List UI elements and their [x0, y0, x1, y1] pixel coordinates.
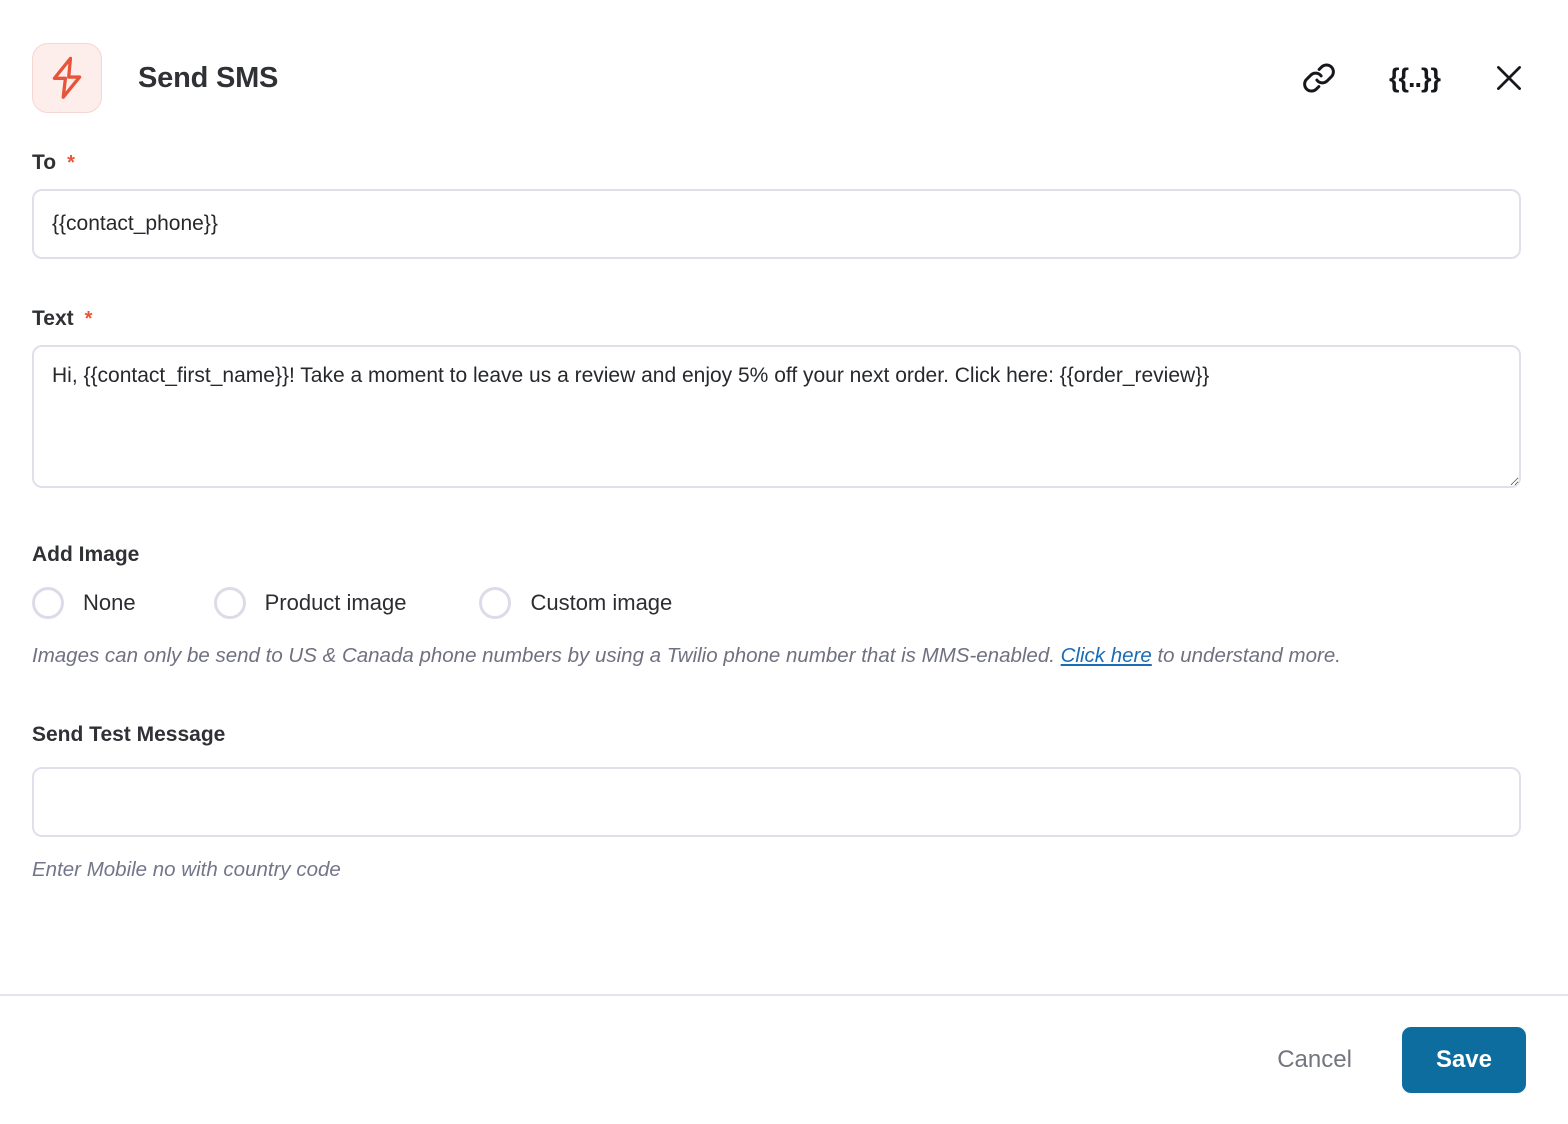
add-image-helper-text: Images can only be send to US & Canada p… [32, 641, 1520, 670]
radio-option-product-image[interactable]: Product image [213, 587, 407, 619]
send-test-message-group: Send Test Message Enter Mobile no with c… [32, 670, 1521, 882]
radio-option-none[interactable]: None [32, 587, 136, 619]
modal-footer: Cancel Save [0, 996, 1568, 1124]
radio-label-none: None [83, 590, 136, 615]
to-input[interactable] [32, 189, 1521, 259]
save-button[interactable]: Save [1401, 1027, 1526, 1093]
send-sms-modal: Send SMS {{..}} To * {{contact_phone}} T… [0, 0, 1568, 1124]
radio-label-custom-image: Custom image [530, 590, 673, 615]
radio-option-custom-image[interactable]: Custom image [479, 587, 672, 619]
modal-body: To * Text * Add Image None [0, 128, 1568, 994]
cancel-button[interactable]: Cancel [1259, 1034, 1370, 1086]
helper-text-after: to understand more. [1151, 644, 1341, 667]
text-field-group: Text * [32, 259, 1521, 488]
radio-label-product-image: Product image [264, 590, 407, 615]
helper-text-before: Images can only be send to US & Canada p… [32, 644, 1061, 667]
send-test-message-input[interactable] [32, 767, 1521, 838]
text-label: Text * [32, 307, 1520, 331]
radio-indicator-none[interactable] [32, 587, 64, 619]
add-image-label: Add Image [32, 543, 140, 566]
page-title: Send SMS [138, 61, 279, 94]
link-icon[interactable] [1301, 60, 1337, 96]
send-test-message-helper: Enter Mobile no with country code [32, 858, 341, 882]
to-label-text: To [32, 151, 57, 174]
close-icon[interactable] [1492, 61, 1526, 95]
text-message-textarea[interactable] [32, 345, 1521, 488]
radio-indicator-product-image[interactable] [213, 587, 246, 619]
mms-learn-more-link[interactable]: Click here [1061, 644, 1152, 667]
text-label-text: Text [32, 307, 74, 330]
radio-indicator-custom-image[interactable] [479, 587, 512, 619]
send-test-message-label: Send Test Message [32, 723, 226, 747]
text-required-marker: * [84, 308, 93, 330]
to-label: To * [32, 151, 1520, 175]
to-field-group: To * [32, 128, 1521, 259]
add-image-radio-group: None Product image Custom image [32, 587, 1520, 619]
header-actions: {{..}} [1301, 60, 1526, 96]
to-required-marker: * [67, 152, 75, 174]
lightning-bolt-icon [32, 43, 102, 113]
modal-header: Send SMS {{..}} [0, 0, 1568, 128]
add-image-group: Add Image None Product image Custom imag… [32, 488, 1520, 670]
